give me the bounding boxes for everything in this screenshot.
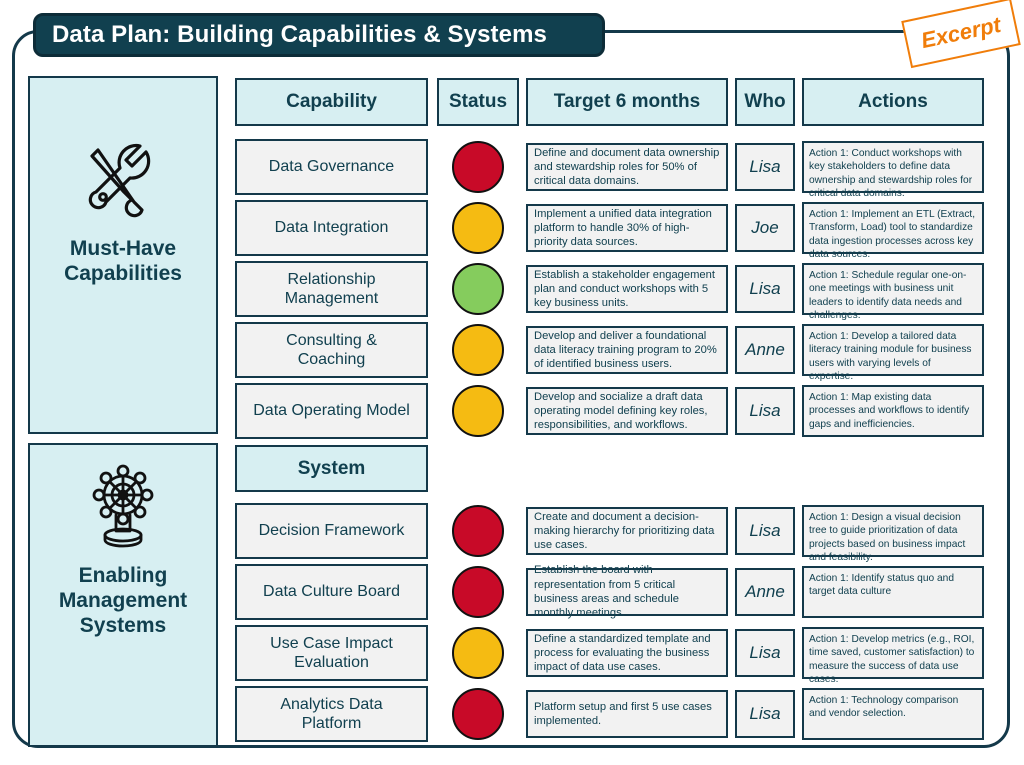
system-row-owner: Lisa [735,629,795,677]
capability-row-name: Relationship Management [235,261,428,317]
category-panel-must-have: Must-Have Capabilities [28,76,218,434]
capability-row-action: Action 1: Schedule regular one-on-one me… [802,263,984,321]
system-row-name: Data Culture Board [235,564,428,620]
section-header-system: System [235,445,428,492]
status-light-amber [452,324,504,376]
system-row-target: Create and document a decision-making hi… [526,507,728,555]
capability-row-action: Action 1: Implement an ETL (Extract, Tra… [802,202,984,260]
capability-row-name: Data Governance [235,139,428,195]
status-light-red [452,688,504,740]
system-row-name: Decision Framework [235,503,428,559]
category-panel-enabling: Enabling Management Systems [28,443,218,747]
capability-row-action: Action 1: Develop a tailored data litera… [802,324,984,382]
capability-row-target: Develop and deliver a foundational data … [526,326,728,374]
status-light-amber [452,627,504,679]
system-row-target: Establish the board with representation … [526,564,728,619]
system-row-action: Action 1: Identify status quo and target… [802,566,984,618]
system-row-owner: Lisa [735,507,795,555]
capability-row-action: Action 1: Conduct workshops with key sta… [802,141,984,199]
column-header-target-6-months: Target 6 months [526,78,728,126]
system-row-action: Action 1: Develop metrics (e.g., ROI, ti… [802,627,984,685]
page-title: Data Plan: Building Capabilities & Syste… [33,13,605,57]
capability-row-name: Consulting & Coaching [235,322,428,378]
status-light-red [452,505,504,557]
capability-row-owner: Lisa [735,265,795,313]
tools-icon [80,140,166,227]
category-label: Must-Have Capabilities [64,237,182,285]
system-row-owner: Lisa [735,690,795,738]
system-row-target: Define a standardized template and proce… [526,629,728,677]
capability-row-owner: Lisa [735,143,795,191]
capability-row-target: Implement a unified data integration pla… [526,204,728,252]
capability-row-action: Action 1: Map existing data processes an… [802,385,984,437]
status-light-red [452,566,504,618]
capability-row-owner: Joe [735,204,795,252]
capability-row-target: Establish a stakeholder engagement plan … [526,265,728,313]
capability-row-target: Define and document data ownership and s… [526,143,728,191]
status-light-green [452,263,504,315]
status-light-amber [452,202,504,254]
excerpt-badge-label: Excerpt [918,11,1003,54]
status-light-amber [452,385,504,437]
system-row-name: Use Case Impact Evaluation [235,625,428,681]
capability-row-name: Data Integration [235,200,428,256]
column-header-capability: Capability [235,78,428,126]
system-row-name: Analytics Data Platform [235,686,428,742]
category-label: Enabling Management Systems [58,564,188,637]
page-title-text: Data Plan: Building Capabilities & Syste… [52,21,547,48]
capability-row-name: Data Operating Model [235,383,428,439]
system-row-action: Action 1: Technology comparison and vend… [802,688,984,740]
system-row-target: Platform setup and first 5 use cases imp… [526,690,728,738]
capability-row-owner: Lisa [735,387,795,435]
status-light-red [452,141,504,193]
capability-row-target: Develop and socialize a draft data opera… [526,387,728,435]
capability-row-owner: Anne [735,326,795,374]
system-row-action: Action 1: Design a visual decision tree … [802,505,984,563]
column-header-status: Status [437,78,519,126]
ship-helm-icon [81,463,165,554]
column-header-who: Who [735,78,795,126]
column-header-actions: Actions [802,78,984,126]
system-row-owner: Anne [735,568,795,616]
